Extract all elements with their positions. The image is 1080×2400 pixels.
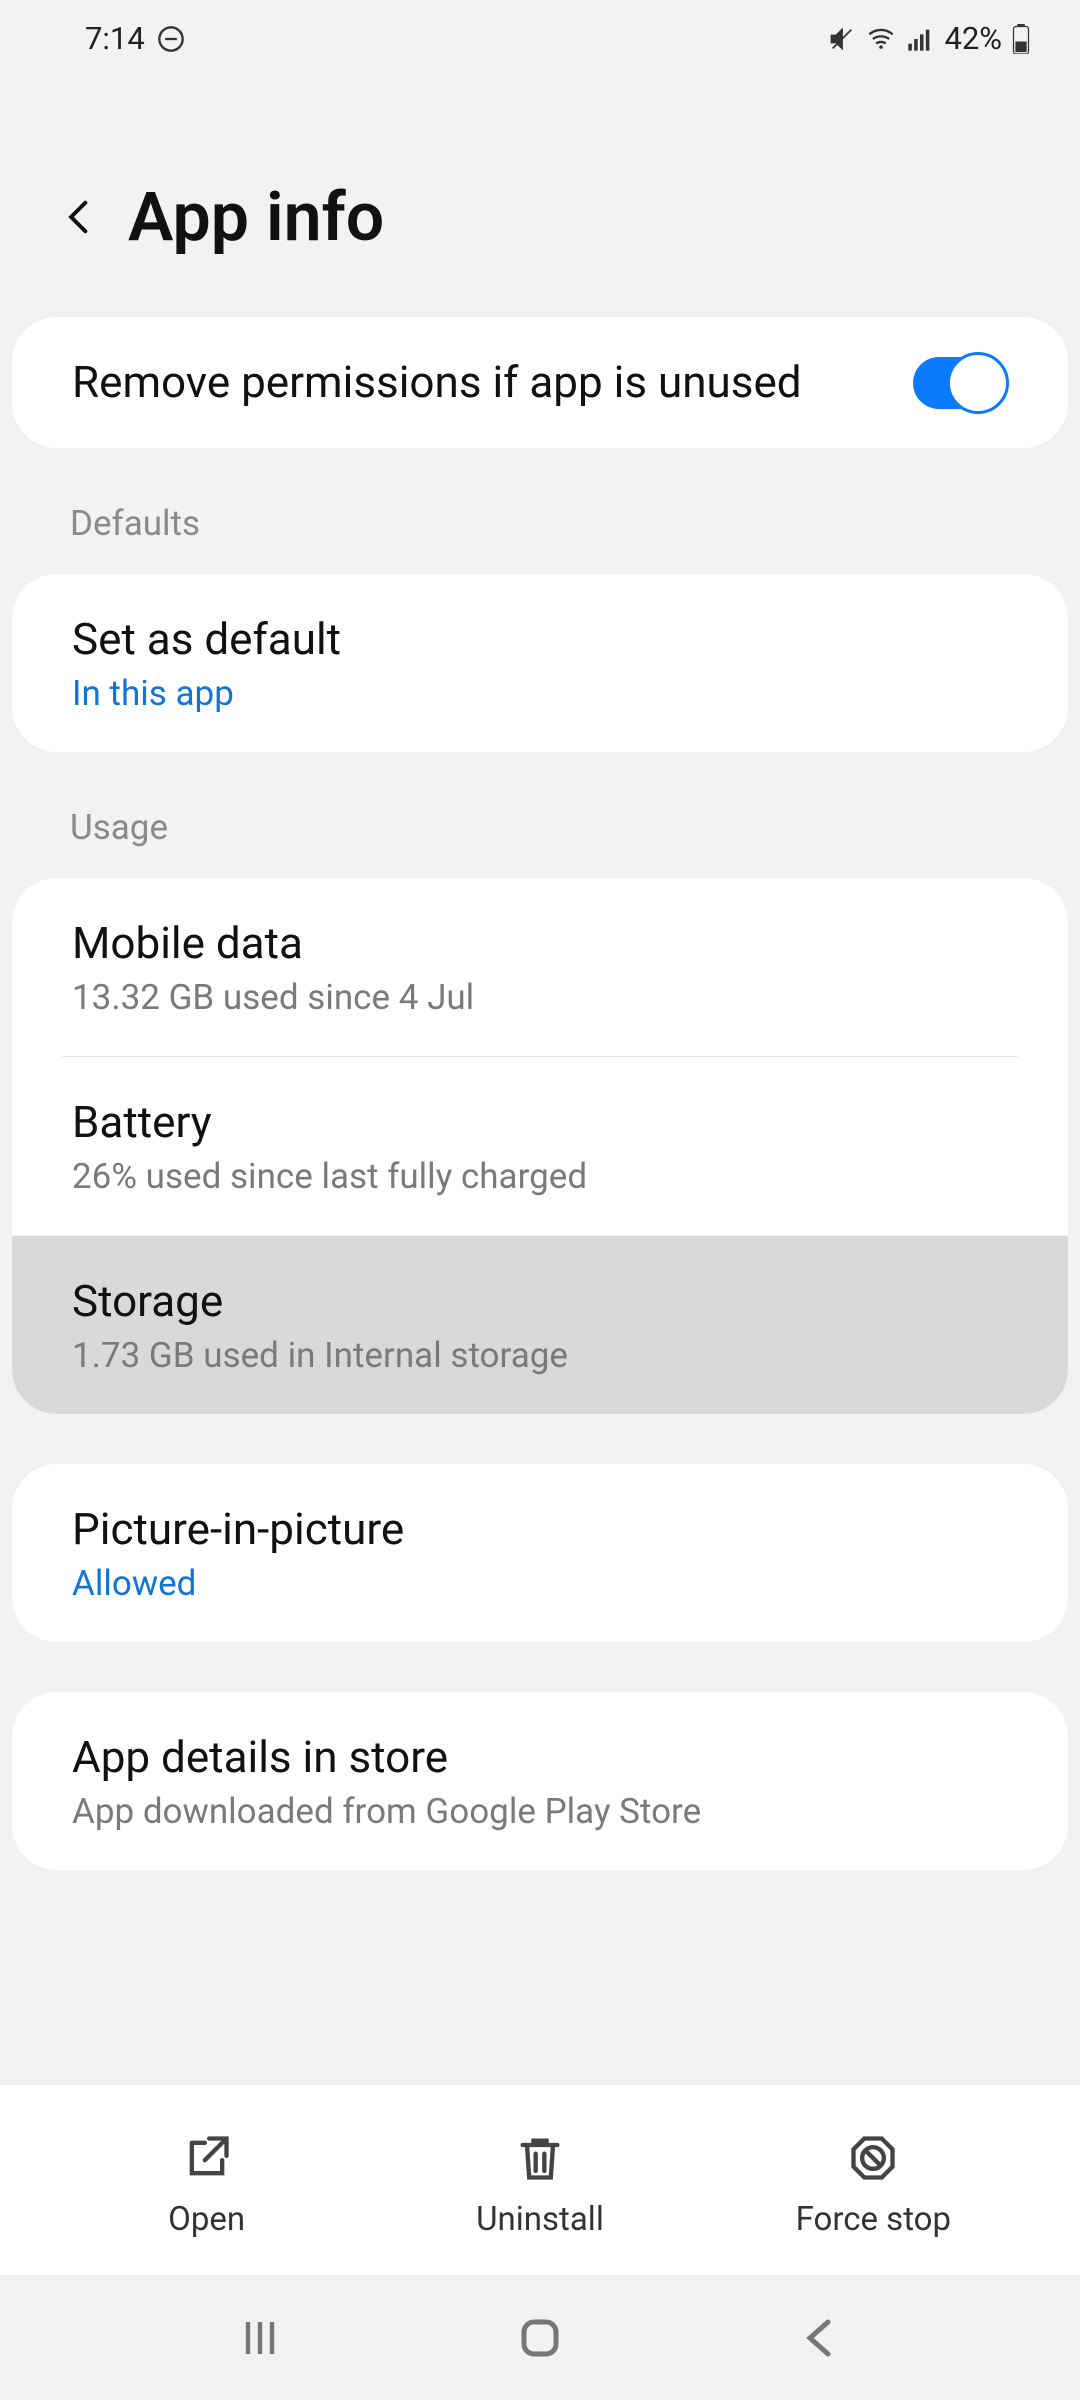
battery-icon [1012,24,1030,54]
page-header: App info [0,77,1080,317]
battery-sub: 26% used since last fully charged [72,1156,587,1197]
battery-title: Battery [72,1095,212,1150]
app-details-title: App details in store [72,1730,448,1785]
recents-button[interactable] [216,2294,304,2382]
section-usage: Usage [0,752,1080,878]
set-default-title: Set as default [72,612,341,667]
back-nav-button[interactable] [776,2294,864,2382]
wifi-icon [866,25,896,53]
remove-permissions-label: Remove permissions if app is unused [72,355,802,410]
signal-icon [906,25,934,53]
page-title: App info [128,177,384,257]
bottom-action-bar: Open Uninstall Force stop [0,2085,1080,2275]
remove-permissions-toggle[interactable] [913,357,1008,409]
storage-title: Storage [72,1274,1008,1329]
force-stop-label: Force stop [796,2200,951,2239]
mobile-data-title: Mobile data [72,916,303,971]
app-details-row[interactable]: App details in store App downloaded from… [12,1692,1068,1870]
home-button[interactable] [496,2294,584,2382]
open-icon [181,2132,233,2184]
battery-row[interactable]: Battery 26% used since last fully charge… [12,1057,1068,1235]
storage-row[interactable]: Storage 1.73 GB used in Internal storage [12,1236,1068,1414]
set-as-default-row[interactable]: Set as default In this app [12,574,1068,752]
status-bar: 7:14 42% [0,0,1080,77]
force-stop-icon [847,2132,899,2184]
set-default-sub: In this app [72,673,234,714]
trash-icon [514,2132,566,2184]
app-details-sub: App downloaded from Google Play Store [72,1791,701,1832]
mobile-data-sub: 13.32 GB used since 4 Jul [72,977,474,1018]
system-nav-bar [0,2275,1080,2400]
pip-title: Picture-in-picture [72,1502,404,1557]
pip-row[interactable]: Picture-in-picture Allowed [12,1464,1068,1642]
open-button[interactable]: Open [40,2132,373,2239]
uninstall-button[interactable]: Uninstall [373,2132,706,2239]
storage-sub: 1.73 GB used in Internal storage [72,1335,1008,1376]
force-stop-button[interactable]: Force stop [707,2132,1040,2239]
mobile-data-row[interactable]: Mobile data 13.32 GB used since 4 Jul [12,878,1068,1056]
mute-icon [828,25,856,53]
dnd-icon [157,25,185,53]
pip-sub: Allowed [72,1563,196,1604]
remove-permissions-row[interactable]: Remove permissions if app is unused [12,317,1068,448]
open-label: Open [168,2200,245,2239]
battery-pct: 42% [944,20,1002,57]
back-icon[interactable] [60,192,98,242]
status-time: 7:14 [85,20,145,57]
section-defaults: Defaults [0,448,1080,574]
uninstall-label: Uninstall [476,2200,604,2239]
